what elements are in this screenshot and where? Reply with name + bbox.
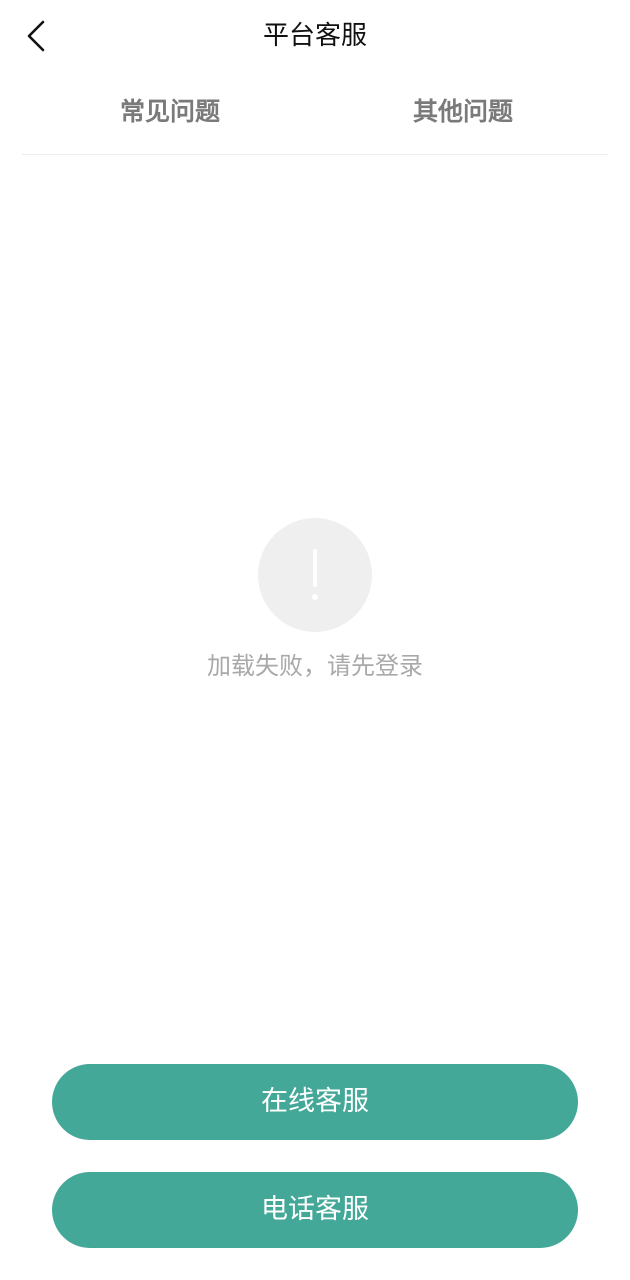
tab-bar: 常见问题 其他问题 xyxy=(22,80,608,155)
nav-bar: 平台客服 xyxy=(0,0,630,72)
online-service-button[interactable]: 在线客服 xyxy=(52,1064,578,1140)
empty-state: 加载失败，请先登录 xyxy=(0,518,630,684)
support-screen: 平台客服 常见问题 其他问题 加载失败，请先登录 在线客服 电话客服 xyxy=(0,0,630,1280)
empty-state-circle xyxy=(258,518,372,632)
exclamation-icon xyxy=(312,549,318,600)
empty-state-message: 加载失败，请先登录 xyxy=(207,652,423,680)
phone-service-button[interactable]: 电话客服 xyxy=(52,1172,578,1248)
page-title: 平台客服 xyxy=(262,21,367,51)
tab-faq[interactable]: 常见问题 xyxy=(120,94,220,130)
tab-other[interactable]: 其他问题 xyxy=(413,94,513,130)
